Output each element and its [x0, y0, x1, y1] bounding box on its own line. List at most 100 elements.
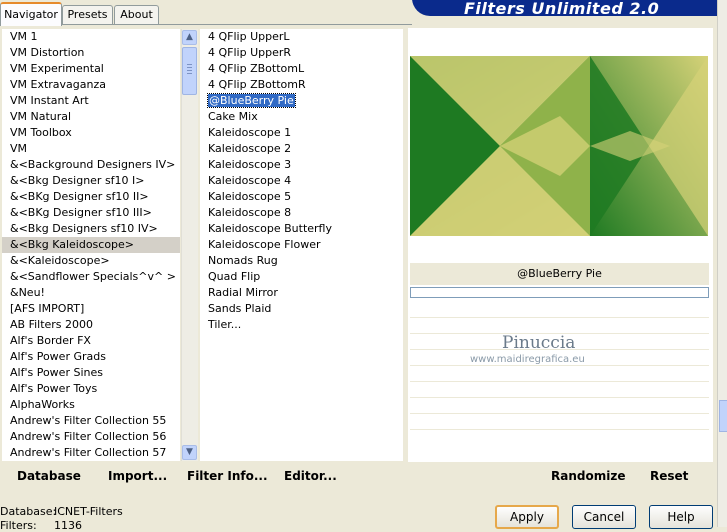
category-item[interactable]: Alf's Power Grads	[2, 349, 180, 365]
filter-item[interactable]: Cake Mix	[200, 109, 403, 125]
category-item[interactable]: &<Kaleidoscope>	[2, 253, 180, 269]
filter-info-row	[410, 383, 709, 398]
category-item[interactable]: Andrew's Filter Collection 56	[2, 429, 180, 445]
category-item[interactable]: &<Bkg Kaleidoscope>	[2, 237, 180, 253]
category-item[interactable]: &<Bkg Designers sf10 IV>	[2, 221, 180, 237]
filter-info-row	[410, 415, 709, 430]
filter-item[interactable]: Tiler...	[200, 317, 403, 333]
filter-item[interactable]: Kaleidoscope 2	[200, 141, 403, 157]
preview-image	[410, 56, 708, 236]
cancel-button[interactable]: Cancel	[572, 505, 636, 529]
filter-item[interactable]: Kaleidoscope 4	[200, 173, 403, 189]
filter-item-label: Kaleidoscope 1	[208, 126, 292, 139]
category-item[interactable]: Andrew's Filter Collection 57	[2, 445, 180, 461]
filter-item[interactable]: Kaleidoscope 8	[200, 205, 403, 221]
tab-about[interactable]: About	[114, 5, 159, 24]
category-item[interactable]: VM Experimental	[2, 61, 180, 77]
filter-item[interactable]: 4 QFlip UpperL	[200, 29, 403, 45]
filter-item[interactable]: 4 QFlip ZBottomL	[200, 61, 403, 77]
filter-name-display: @BlueBerry Pie	[410, 263, 709, 285]
filter-item-label: Cake Mix	[208, 110, 258, 123]
filter-item[interactable]: Kaleidoscope Butterfly	[200, 221, 403, 237]
category-item[interactable]: VM Toolbox	[2, 125, 180, 141]
filter-info-row	[410, 367, 709, 382]
category-item[interactable]: VM Distortion	[2, 45, 180, 61]
import-button[interactable]: Import...	[108, 468, 167, 484]
filter-item-label: Kaleidoscope 8	[208, 206, 292, 219]
filter-item-label: Kaleidoscope Flower	[208, 238, 321, 251]
filter-info-row	[410, 399, 709, 414]
filter-item-label: Kaleidoscope 4	[208, 174, 292, 187]
filter-item-label: Tiler...	[208, 318, 242, 331]
filter-item-label: Kaleidoscope 5	[208, 190, 292, 203]
editor-button[interactable]: Editor...	[284, 468, 337, 484]
filter-item-label: 4 QFlip ZBottomL	[208, 62, 305, 75]
category-item[interactable]: &<BKg Designer sf10 III>	[2, 205, 180, 221]
filter-item-label: Quad Flip	[208, 270, 261, 283]
progress-bar	[410, 287, 709, 298]
category-item[interactable]: &<Background Designers IV>	[2, 157, 180, 173]
window-edge	[717, 0, 727, 527]
scroll-down-icon[interactable]: ▼	[182, 445, 197, 460]
filter-item[interactable]: Quad Flip	[200, 269, 403, 285]
filter-item[interactable]: Kaleidoscope 1	[200, 125, 403, 141]
scroll-thumb[interactable]	[182, 47, 197, 95]
filter-item-label: 4 QFlip ZBottomR	[208, 78, 306, 91]
filter-item[interactable]: 4 QFlip UpperR	[200, 45, 403, 61]
category-item[interactable]: VM	[2, 141, 180, 157]
category-item[interactable]: &<BKg Designer sf10 II>	[2, 189, 180, 205]
category-list[interactable]: VM 1 VM Distortion VM Experimental VM Extra…	[2, 29, 180, 461]
filter-item[interactable]: Sands Plaid	[200, 301, 403, 317]
filter-item-label: Radial Mirror	[208, 286, 278, 299]
category-item[interactable]: Andrew's Filter Collection 55	[2, 413, 180, 429]
filter-item-label: @BlueBerry Pie	[207, 93, 296, 108]
filters-status-value: 1136	[54, 519, 82, 532]
category-item[interactable]: VM Natural	[2, 109, 180, 125]
category-item[interactable]: Alf's Border FX	[2, 333, 180, 349]
category-item[interactable]: Alf's Power Sines	[2, 365, 180, 381]
filter-item[interactable]: @BlueBerry Pie	[200, 93, 403, 109]
scroll-up-icon[interactable]: ▲	[182, 30, 197, 45]
category-item[interactable]: VM 1	[2, 29, 180, 45]
filter-item-label: Sands Plaid	[208, 302, 272, 315]
category-item[interactable]: Alf's Power Toys	[2, 381, 180, 397]
category-scrollbar[interactable]: ▲ ▼	[181, 29, 198, 461]
category-item[interactable]: &Neu!	[2, 285, 180, 301]
help-button[interactable]: Help	[649, 505, 713, 529]
filter-item[interactable]: Kaleidoscope Flower	[200, 237, 403, 253]
category-item[interactable]: VM Instant Art	[2, 93, 180, 109]
window-edge-thumb[interactable]	[719, 400, 727, 432]
filter-item-label: 4 QFlip UpperR	[208, 46, 292, 59]
category-item[interactable]: [AFS IMPORT]	[2, 301, 180, 317]
database-status-value: ICNET-Filters	[54, 505, 123, 518]
reset-button[interactable]: Reset	[650, 468, 688, 484]
filter-item[interactable]: Kaleidoscope 3	[200, 157, 403, 173]
app-banner: Filters Unlimited 2.0	[412, 0, 727, 18]
database-status-label: Database:	[0, 505, 57, 518]
watermark-name: Pinuccia	[502, 333, 576, 353]
filter-info-row	[410, 303, 709, 318]
filter-item-label: Nomads Rug	[208, 254, 278, 267]
filter-info-row	[410, 319, 709, 334]
watermark-url: www.maidiregrafica.eu	[470, 354, 585, 365]
filter-item[interactable]: 4 QFlip ZBottomR	[200, 77, 403, 93]
tab-presets[interactable]: Presets	[62, 5, 113, 24]
filter-item[interactable]: Nomads Rug	[200, 253, 403, 269]
filter-item-label: Kaleidoscope 2	[208, 142, 292, 155]
filter-item-label: Kaleidoscope 3	[208, 158, 292, 171]
filter-item[interactable]: Kaleidoscope 5	[200, 189, 403, 205]
category-item[interactable]: &<Sandflower Specials^v^ >	[2, 269, 180, 285]
randomize-button[interactable]: Randomize	[551, 468, 625, 484]
apply-button[interactable]: Apply	[495, 505, 559, 529]
tab-navigator[interactable]: Navigator	[0, 2, 62, 26]
category-item[interactable]: VM Extravaganza	[2, 77, 180, 93]
filter-item-label: Kaleidoscope Butterfly	[208, 222, 332, 235]
category-item[interactable]: &<Bkg Designer sf10 I>	[2, 173, 180, 189]
filter-info-button[interactable]: Filter Info...	[187, 468, 268, 484]
filter-list[interactable]: 4 QFlip UpperL 4 QFlip UpperR 4 QFlip ZBot…	[200, 29, 403, 461]
category-item[interactable]: AlphaWorks	[2, 397, 180, 413]
database-button[interactable]: Database	[17, 468, 81, 484]
app-title: Filters Unlimited 2.0	[464, 0, 660, 18]
category-item[interactable]: AB Filters 2000	[2, 317, 180, 333]
filter-item[interactable]: Radial Mirror	[200, 285, 403, 301]
